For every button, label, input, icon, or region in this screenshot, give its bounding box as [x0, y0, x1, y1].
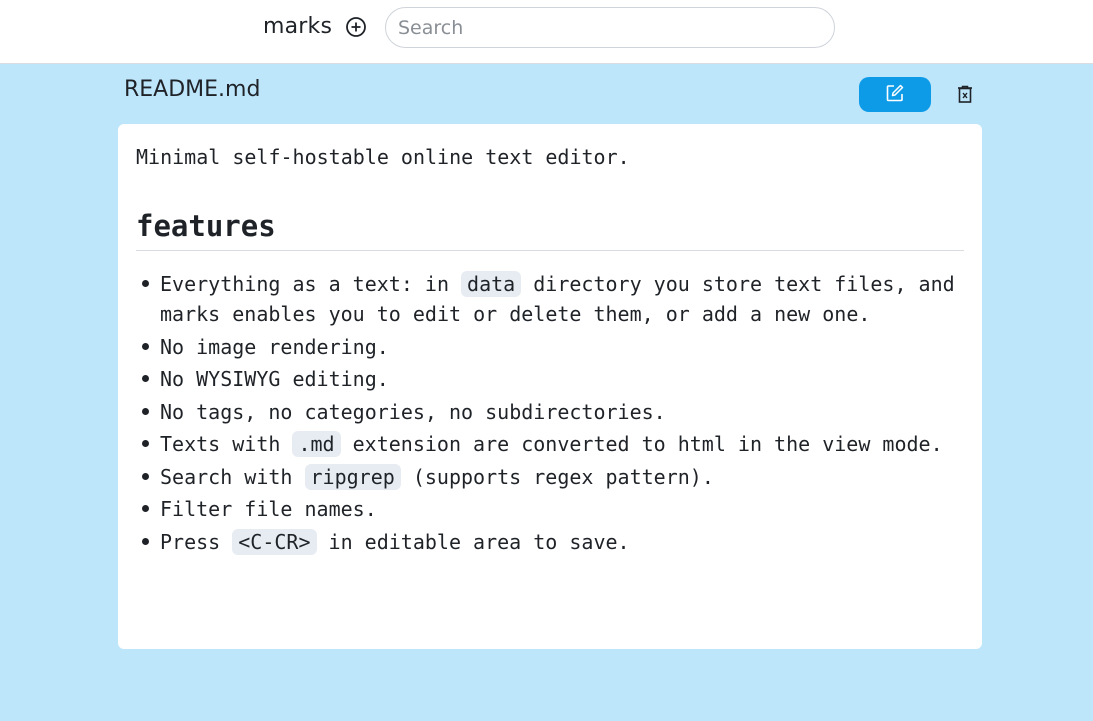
list-item: Everything as a text: in data directory …	[142, 269, 964, 329]
list-item-text: Filter file names.	[160, 497, 377, 521]
list-item: Texts with .md extension are converted t…	[142, 429, 964, 459]
inline-code: <C-CR>	[232, 528, 317, 555]
list-item-text: in editable area to save.	[316, 529, 630, 554]
file-title: README.md	[124, 77, 261, 102]
edit-icon	[885, 83, 905, 107]
list-item-text: No tags, no categories, no subdirectorie…	[160, 399, 666, 424]
plus-circle-icon[interactable]	[344, 15, 368, 39]
list-item-text: Everything as a text: in	[160, 272, 462, 296]
app-title[interactable]: marks	[263, 14, 332, 39]
inline-code: data	[461, 271, 522, 297]
list-item: Filter file names.	[142, 494, 964, 524]
search-input[interactable]	[385, 7, 835, 48]
document-intro: Minimal self-hostable online text editor…	[136, 145, 630, 169]
list-item: Press <C-CR> in editable area to save.	[142, 527, 964, 557]
list-item-text: Press	[160, 529, 233, 554]
inline-code: ripgrep	[304, 463, 401, 490]
feature-list: Everything as a text: in data directory …	[136, 269, 964, 557]
top-bar: marks	[0, 0, 1093, 64]
list-item: No tags, no categories, no subdirectorie…	[142, 397, 964, 427]
list-item-text: (supports regex pattern).	[400, 464, 714, 489]
document-view: Minimal self-hostable online text editor…	[118, 124, 982, 649]
list-item: Search with ripgrep (supports regex patt…	[142, 462, 964, 492]
list-item-text: No WYSIWYG editing.	[160, 367, 389, 391]
delete-button[interactable]	[953, 83, 977, 109]
section-heading: features	[136, 210, 964, 251]
list-item: No WYSIWYG editing.	[142, 364, 964, 394]
edit-button[interactable]	[859, 77, 931, 112]
inline-code: .md	[292, 431, 341, 457]
trash-icon	[956, 84, 974, 108]
list-item: No image rendering.	[142, 332, 964, 362]
list-item-text: extension are converted to html in the v…	[340, 432, 943, 456]
list-item-text: Search with	[160, 464, 305, 489]
list-item-text: No image rendering.	[160, 334, 389, 359]
list-item-text: Texts with	[160, 432, 293, 456]
